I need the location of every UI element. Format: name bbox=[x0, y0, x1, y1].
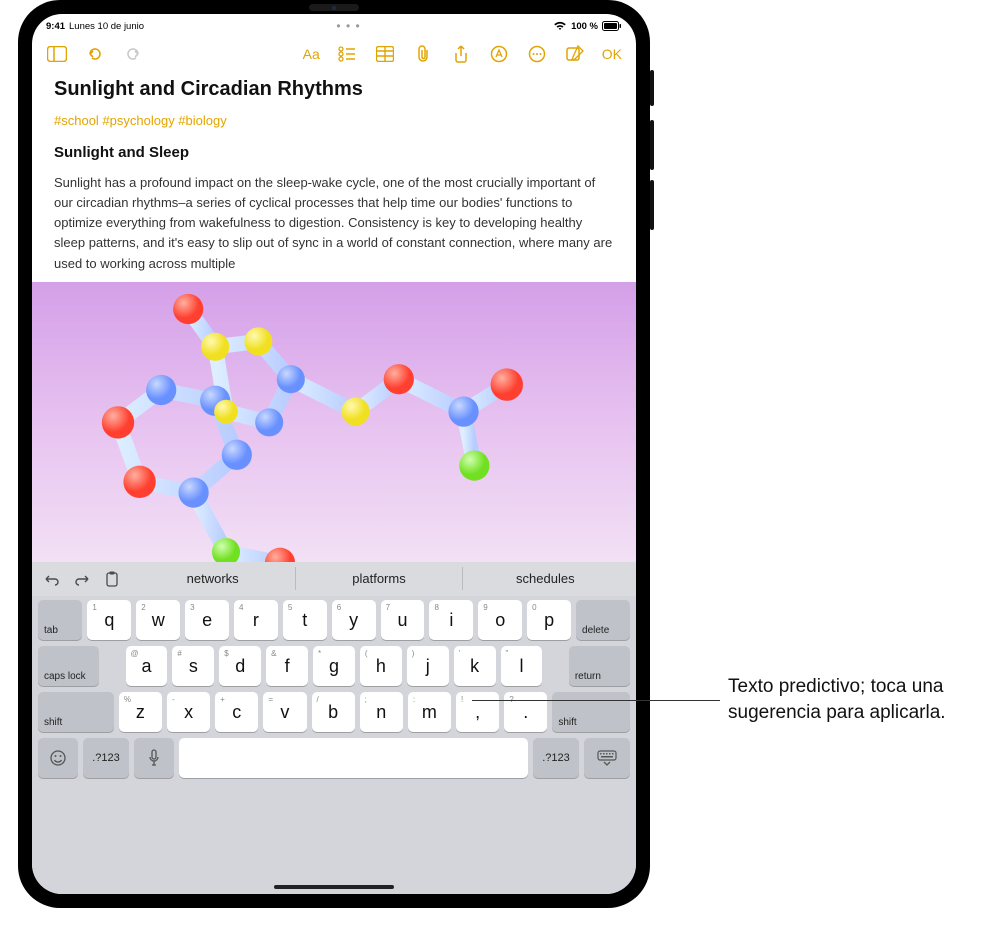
status-bar: 9:41 Lunes 10 de junio • • • 100 % bbox=[32, 14, 636, 36]
kb-clipboard-icon[interactable] bbox=[100, 567, 124, 591]
key-w[interactable]: 2w bbox=[136, 600, 180, 640]
note-tags[interactable]: #school #psychology #biology bbox=[54, 113, 614, 128]
note-image-molecule bbox=[32, 282, 636, 562]
toolbar: Aa OK bbox=[32, 36, 636, 72]
more-icon[interactable] bbox=[526, 43, 548, 65]
side-button[interactable] bbox=[650, 180, 654, 230]
key-space[interactable] bbox=[179, 738, 528, 778]
key-delete[interactable]: delete bbox=[576, 600, 630, 640]
kb-redo-icon[interactable] bbox=[70, 567, 94, 591]
key-tab[interactable]: tab bbox=[38, 600, 82, 640]
kb-undo-icon[interactable] bbox=[40, 567, 64, 591]
sidebar-toggle-icon[interactable] bbox=[46, 43, 68, 65]
key-h[interactable]: (h bbox=[360, 646, 402, 686]
key-u[interactable]: 7u bbox=[381, 600, 425, 640]
table-icon[interactable] bbox=[374, 43, 396, 65]
key-j[interactable]: )j bbox=[407, 646, 449, 686]
key-y[interactable]: 6y bbox=[332, 600, 376, 640]
home-indicator[interactable] bbox=[274, 885, 394, 889]
hide-keyboard-icon bbox=[597, 750, 617, 766]
predictive-suggestion-3[interactable]: schedules bbox=[462, 567, 628, 590]
key-return[interactable]: return bbox=[569, 646, 630, 686]
volume-down-button[interactable] bbox=[650, 120, 654, 170]
key-shift-right[interactable]: shift bbox=[552, 692, 630, 732]
callout-text: Texto predictivo; toca una sugerencia pa… bbox=[728, 674, 986, 725]
key-p[interactable]: 0p bbox=[527, 600, 571, 640]
key-v[interactable]: =v bbox=[263, 692, 306, 732]
key-b[interactable]: /b bbox=[312, 692, 355, 732]
key-a[interactable]: @a bbox=[126, 646, 168, 686]
key-q[interactable]: 1q bbox=[87, 600, 131, 640]
volume-up-button[interactable] bbox=[650, 70, 654, 106]
note-paragraph: Sunlight has a profound impact on the sl… bbox=[54, 173, 614, 274]
keyboard-toolbar: networks platforms schedules bbox=[32, 562, 636, 596]
key-symbols-right[interactable]: .?123 bbox=[533, 738, 579, 778]
status-date: Lunes 10 de junio bbox=[69, 21, 144, 32]
key-i[interactable]: 8i bbox=[429, 600, 473, 640]
key-o[interactable]: 9o bbox=[478, 600, 522, 640]
key-shift-left[interactable]: shift bbox=[38, 692, 114, 732]
key-s[interactable]: #s bbox=[172, 646, 214, 686]
note-body-area[interactable]: Sunlight and Circadian Rhythms #school #… bbox=[32, 72, 636, 282]
key-r[interactable]: 4r bbox=[234, 600, 278, 640]
share-icon[interactable] bbox=[450, 43, 472, 65]
key-m[interactable]: :m bbox=[408, 692, 451, 732]
key-f[interactable]: &f bbox=[266, 646, 308, 686]
checklist-icon[interactable] bbox=[336, 43, 358, 65]
undo-icon[interactable] bbox=[84, 43, 106, 65]
key-emoji[interactable] bbox=[38, 738, 78, 778]
format-button[interactable]: Aa bbox=[303, 46, 320, 62]
key-dictation[interactable] bbox=[134, 738, 174, 778]
microphone-icon bbox=[148, 749, 160, 767]
status-battery-text: 100 % bbox=[571, 21, 598, 32]
predictive-suggestion-2[interactable]: platforms bbox=[295, 567, 461, 590]
key-k[interactable]: 'k bbox=[454, 646, 496, 686]
key-l[interactable]: "l bbox=[501, 646, 543, 686]
keyboard: networks platforms schedules tab 1q 2w 3… bbox=[32, 562, 636, 894]
compose-icon[interactable] bbox=[564, 43, 586, 65]
ipad-frame: 9:41 Lunes 10 de junio • • • 100 % Aa bbox=[18, 0, 650, 908]
note-subtitle: Sunlight and Sleep bbox=[54, 144, 614, 161]
callout-leader-line bbox=[472, 700, 720, 701]
emoji-icon bbox=[49, 749, 67, 767]
key-symbols-left[interactable]: .?123 bbox=[83, 738, 129, 778]
key-hide-keyboard[interactable] bbox=[584, 738, 630, 778]
status-center-dots[interactable]: • • • bbox=[144, 19, 553, 33]
attachment-icon[interactable] bbox=[412, 43, 434, 65]
key-comma[interactable]: !, bbox=[456, 692, 499, 732]
key-d[interactable]: $d bbox=[219, 646, 261, 686]
key-x[interactable]: -x bbox=[167, 692, 210, 732]
predictive-suggestion-1[interactable]: networks bbox=[130, 567, 295, 590]
note-title: Sunlight and Circadian Rhythms bbox=[54, 78, 614, 101]
markup-icon[interactable] bbox=[488, 43, 510, 65]
key-g[interactable]: *g bbox=[313, 646, 355, 686]
key-c[interactable]: +c bbox=[215, 692, 258, 732]
redo-icon bbox=[122, 43, 144, 65]
done-button[interactable]: OK bbox=[602, 46, 622, 62]
front-camera bbox=[309, 4, 359, 11]
key-e[interactable]: 3e bbox=[185, 600, 229, 640]
key-t[interactable]: 5t bbox=[283, 600, 327, 640]
key-n[interactable]: ;n bbox=[360, 692, 403, 732]
key-period[interactable]: ?. bbox=[504, 692, 547, 732]
wifi-icon bbox=[553, 21, 567, 31]
status-time: 9:41 bbox=[46, 21, 65, 32]
key-capslock[interactable]: caps lock bbox=[38, 646, 99, 686]
key-z[interactable]: %z bbox=[119, 692, 162, 732]
battery-icon bbox=[602, 21, 622, 31]
